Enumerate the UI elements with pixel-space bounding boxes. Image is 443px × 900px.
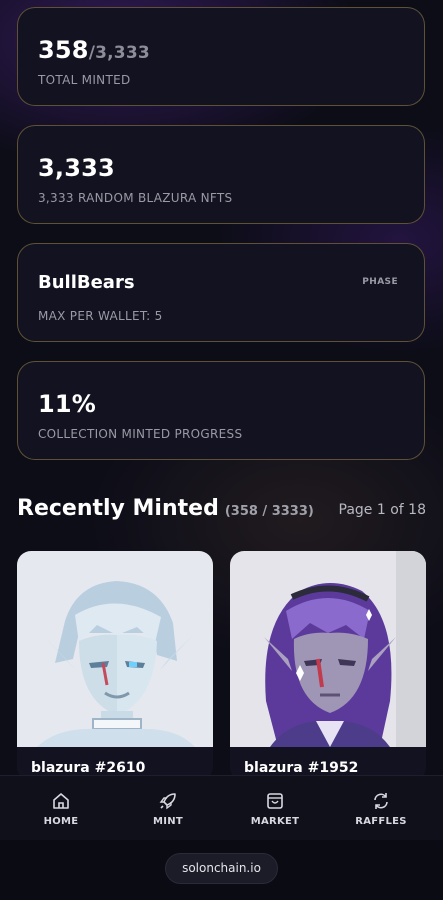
recently-minted-title: Recently Minted [17,496,219,521]
nft-card[interactable]: blazura #1952 [230,551,426,781]
nav-label-home: HOME [43,816,79,827]
nav-item-market[interactable]: MARKET [220,776,330,841]
supply-card: 3,333 3,333 RANDOM BLAZURA NFTS [17,125,425,224]
supply-value: 3,333 [38,154,115,182]
refresh-icon [374,793,388,809]
recently-minted-heading: Recently Minted (358 / 3333) [17,496,314,521]
nav-item-mint[interactable]: MINT [113,776,223,841]
progress-card: 11% COLLECTION MINTED PROGRESS [17,361,425,460]
total-minted-label: TOTAL MINTED [38,73,131,87]
total-minted-value: 358/3,333 [38,36,150,64]
max-per-wallet-label: MAX PER WALLET: 5 [38,309,163,323]
site-link[interactable]: solonchain.io [165,853,278,884]
nft-image-purple-elf [230,551,426,747]
pagination-indicator: Page 1 of 18 [338,502,426,518]
nav-item-raffles[interactable]: RAFFLES [326,776,436,841]
nav-label-market: MARKET [250,816,300,827]
total-minted-card: 358/3,333 TOTAL MINTED [17,7,425,106]
footer: solonchain.io [0,840,443,900]
nft-label: blazura #1952 [244,760,359,776]
nft-image-white-elf [17,551,213,747]
shopping-bag-icon [267,793,283,809]
nft-card[interactable]: blazura #2610 [17,551,213,781]
total-supply-suffix: /3,333 [88,43,150,63]
bottom-nav: HOME MINT MARKET RAFFLES [0,775,443,841]
nav-label-raffles: RAFFLES [355,816,407,827]
home-icon [53,793,69,809]
supply-label: 3,333 RANDOM BLAZURA NFTS [38,191,233,205]
rocket-icon [159,793,176,810]
nav-label-mint: MINT [152,816,184,827]
nav-item-home[interactable]: HOME [6,776,116,841]
phase-card: BullBears PHASE MAX PER WALLET: 5 [17,243,425,342]
phase-name: BullBears [38,272,135,293]
progress-value: 11% [38,390,97,418]
nft-label: blazura #2610 [31,760,146,776]
progress-label: COLLECTION MINTED PROGRESS [38,427,243,441]
phase-badge: PHASE [362,277,398,287]
recently-minted-count: (358 / 3333) [224,504,314,519]
